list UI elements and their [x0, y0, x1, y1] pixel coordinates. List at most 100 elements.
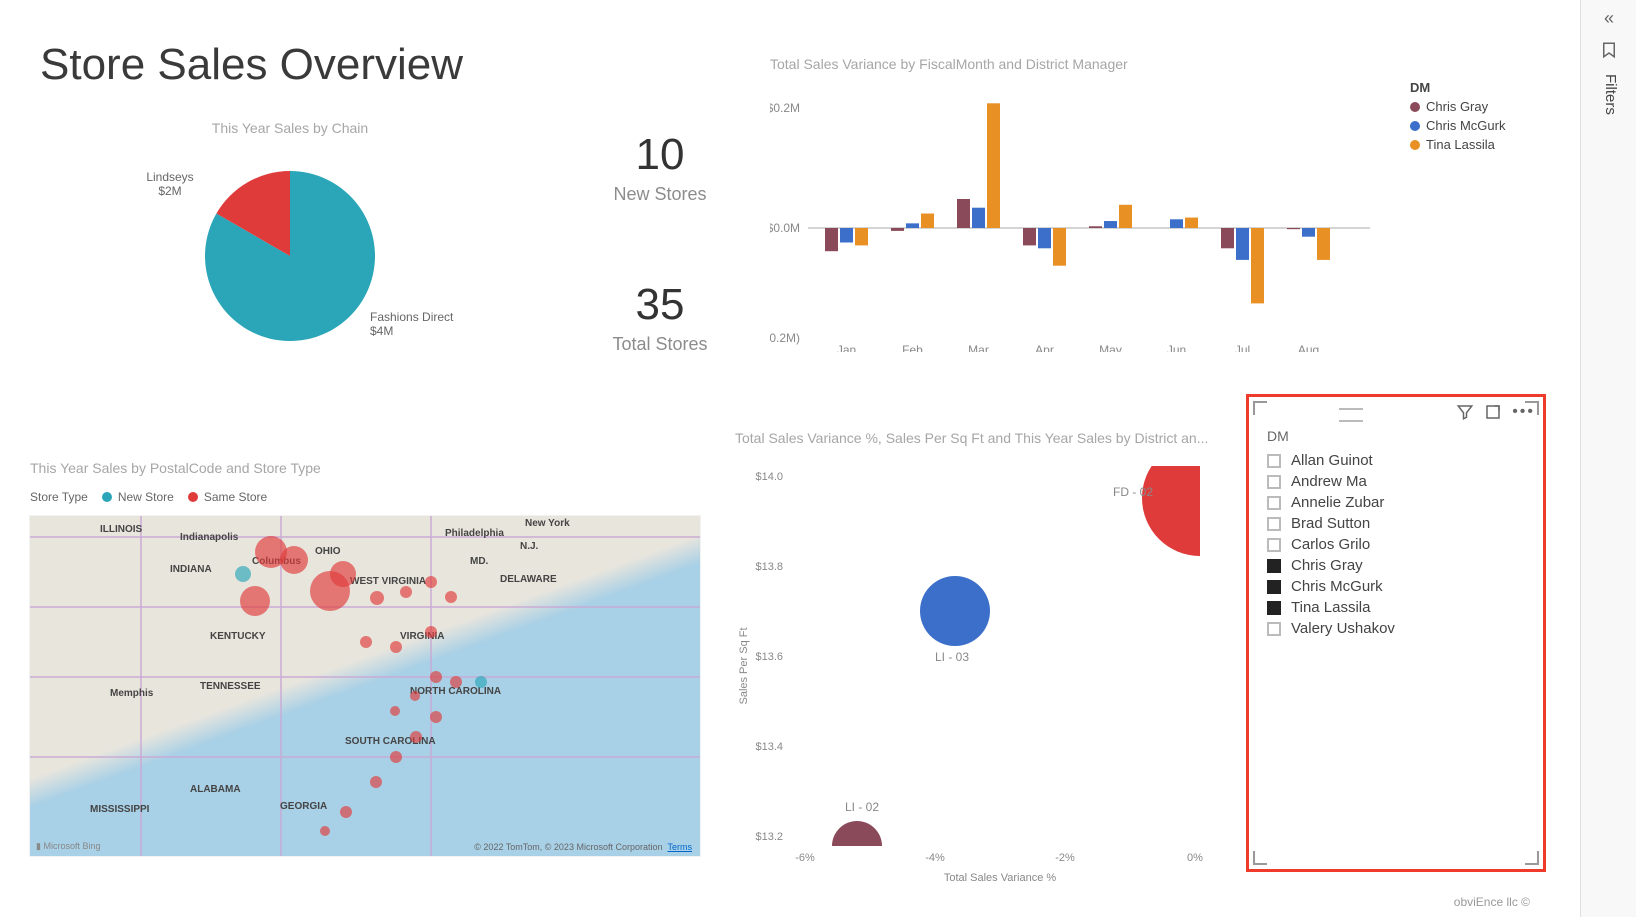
map-bubble[interactable]	[450, 676, 462, 688]
bar[interactable]	[891, 228, 904, 231]
slicer-tile[interactable]: ••• DM Allan GuinotAndrew MaAnnelie Zuba…	[1246, 394, 1546, 872]
slicer-item[interactable]: Chris Gray	[1267, 555, 1525, 576]
legend-dot-icon	[102, 492, 112, 502]
legend-item-tina-lassila[interactable]: Tina Lassila	[1410, 137, 1505, 152]
bar[interactable]	[906, 223, 919, 228]
bar[interactable]	[1038, 228, 1051, 248]
slicer-item[interactable]: Brad Sutton	[1267, 513, 1525, 534]
map[interactable]: ILLINOIS Indianapolis INDIANA Columbus O…	[30, 516, 700, 856]
checkbox-icon[interactable]	[1267, 538, 1281, 552]
checkbox-icon[interactable]	[1267, 601, 1281, 615]
scatter-point-li-02[interactable]	[832, 821, 882, 871]
slicer-item-label: Brad Sutton	[1291, 515, 1370, 532]
bar[interactable]	[1221, 228, 1234, 248]
slicer-item[interactable]: Andrew Ma	[1267, 471, 1525, 492]
bar-ytick-mid: $0.0M	[770, 221, 800, 235]
bar[interactable]	[1302, 228, 1315, 237]
bar[interactable]	[1023, 228, 1036, 245]
slicer-item[interactable]: Chris McGurk	[1267, 576, 1525, 597]
scatter-tile: Total Sales Variance %, Sales Per Sq Ft …	[735, 430, 1220, 880]
bookmark-icon[interactable]	[1581, 33, 1636, 68]
bar[interactable]	[957, 199, 970, 228]
checkbox-icon[interactable]	[1267, 517, 1281, 531]
bar[interactable]	[1119, 205, 1132, 228]
bar[interactable]	[1170, 219, 1183, 228]
map-legend-item-same-store[interactable]: Same Store	[188, 490, 267, 504]
bar[interactable]	[921, 214, 934, 229]
bar[interactable]	[987, 103, 1000, 228]
map-bubble[interactable]	[475, 676, 487, 688]
map-provider-label: ▮ Microsoft Bing	[36, 841, 100, 852]
filters-pane-collapsed[interactable]: « Filters	[1580, 0, 1636, 917]
slicer-item[interactable]: Allan Guinot	[1267, 450, 1525, 471]
map-terms-link[interactable]: Terms	[668, 842, 693, 852]
bar[interactable]	[1104, 221, 1117, 228]
map-bubble[interactable]	[370, 776, 382, 788]
map-bubble[interactable]	[410, 691, 420, 701]
map-bubble[interactable]	[360, 636, 372, 648]
page-title: Store Sales Overview	[40, 40, 463, 90]
scatter-point-li-03[interactable]	[920, 576, 990, 646]
pie-label-lindseys-name: Lindseys	[146, 170, 193, 184]
map-bubble[interactable]	[425, 576, 437, 588]
scatter-point-fd-02[interactable]	[1142, 446, 1220, 556]
map-label: Memphis	[110, 688, 153, 699]
map-bubble[interactable]	[410, 731, 422, 743]
bar[interactable]	[1089, 226, 1102, 228]
focus-mode-icon[interactable]	[1484, 403, 1502, 426]
map-bubble[interactable]	[340, 806, 352, 818]
scatter-xtick: -4%	[925, 852, 945, 864]
scatter-point-label: FD - 02	[1113, 485, 1153, 499]
legend-item-chris-mcgurk[interactable]: Chris McGurk	[1410, 118, 1505, 133]
collapse-chevron-icon[interactable]: «	[1581, 0, 1636, 33]
scatter-point-label: LI - 03	[935, 650, 969, 664]
bar[interactable]	[840, 228, 853, 243]
scatter-xtick: -2%	[1055, 852, 1075, 864]
checkbox-icon[interactable]	[1267, 559, 1281, 573]
checkbox-icon[interactable]	[1267, 454, 1281, 468]
slicer-item[interactable]: Carlos Grilo	[1267, 534, 1525, 555]
bar[interactable]	[855, 228, 868, 245]
map-bubble[interactable]	[280, 546, 308, 574]
map-bubble[interactable]	[320, 826, 330, 836]
slicer-item[interactable]: Tina Lassila	[1267, 597, 1525, 618]
map-bubble[interactable]	[430, 711, 442, 723]
map-bubble[interactable]	[240, 586, 270, 616]
map-bubble[interactable]	[390, 706, 400, 716]
legend-item-chris-gray[interactable]: Chris Gray	[1410, 99, 1505, 114]
map-bubble[interactable]	[390, 751, 402, 763]
bar[interactable]	[825, 228, 838, 251]
map-bubble[interactable]	[235, 566, 251, 582]
kpi-new-stores-label: New Stores	[560, 184, 760, 205]
bar[interactable]	[1317, 228, 1330, 260]
slicer-item[interactable]: Valery Ushakov	[1267, 618, 1525, 639]
bar-chart[interactable]: $0.2M $0.0M ($0.2M) JanFebMarAprMayJunJu…	[770, 72, 1390, 352]
scatter-chart[interactable]: $14.0 $13.8 $13.6 $13.4 $13.2 -6% -4% -2…	[735, 446, 1220, 886]
map-bubble[interactable]	[330, 561, 356, 587]
bar[interactable]	[1185, 218, 1198, 228]
checkbox-icon[interactable]	[1267, 496, 1281, 510]
bar[interactable]	[1251, 228, 1264, 303]
checkbox-icon[interactable]	[1267, 475, 1281, 489]
map-bubble[interactable]	[425, 626, 437, 638]
bar[interactable]	[1053, 228, 1066, 266]
scatter-point-label: LI - 02	[845, 800, 879, 814]
slicer-item[interactable]: Annelie Zubar	[1267, 492, 1525, 513]
bar[interactable]	[972, 208, 985, 228]
bar-xtick: May	[1099, 343, 1122, 352]
filters-pane-label: Filters	[1599, 74, 1619, 115]
map-bubble[interactable]	[400, 586, 412, 598]
bar[interactable]	[1287, 228, 1300, 229]
map-bubble[interactable]	[390, 641, 402, 653]
map-bubble[interactable]	[445, 591, 457, 603]
drag-handle-icon[interactable]	[1339, 408, 1363, 422]
map-legend-item-new-store[interactable]: New Store	[102, 490, 174, 504]
kpi-total-stores-label: Total Stores	[560, 334, 760, 355]
checkbox-icon[interactable]	[1267, 580, 1281, 594]
bar[interactable]	[1236, 228, 1249, 260]
checkbox-icon[interactable]	[1267, 622, 1281, 636]
filter-icon[interactable]	[1456, 403, 1474, 426]
slicer-item-label: Andrew Ma	[1291, 473, 1367, 490]
map-bubble[interactable]	[430, 671, 442, 683]
map-bubble[interactable]	[370, 591, 384, 605]
